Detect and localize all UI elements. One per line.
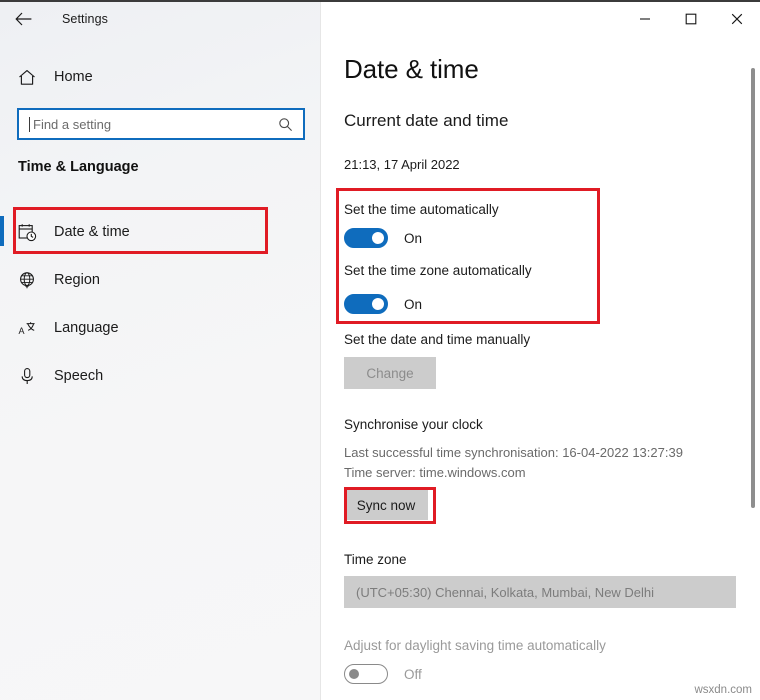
search-icon[interactable] xyxy=(278,117,293,132)
auto-timezone-state: On xyxy=(404,296,423,312)
sidebar-item-speech[interactable]: Speech xyxy=(0,352,321,400)
auto-time-toggle[interactable] xyxy=(344,228,388,248)
dst-state: Off xyxy=(404,666,422,682)
timezone-select[interactable]: (UTC+05:30) Chennai, Kolkata, Mumbai, Ne… xyxy=(344,576,736,608)
scrollbar[interactable] xyxy=(746,36,760,700)
calendar-clock-icon xyxy=(14,223,40,242)
page-title: Date & time xyxy=(344,54,479,84)
sidebar: Home Find a setting Time & Language Date… xyxy=(0,2,321,700)
auto-timezone-toggle[interactable] xyxy=(344,294,388,314)
title-bar: Settings xyxy=(0,2,760,36)
minimize-button[interactable] xyxy=(622,2,668,36)
toggle-knob xyxy=(372,298,384,310)
auto-time-label: Set the time automatically xyxy=(344,202,499,217)
sidebar-item-date-time[interactable]: Date & time xyxy=(0,208,321,256)
window-title: Settings xyxy=(62,12,108,26)
manual-datetime-label: Set the date and time manually xyxy=(344,332,531,347)
search-placeholder: Find a setting xyxy=(33,116,112,132)
sidebar-category-title: Time & Language xyxy=(18,159,139,175)
home-icon xyxy=(14,69,40,86)
time-server-text: Time server: time.windows.com xyxy=(344,465,526,480)
main-content: Date & time Current date and time 21:13,… xyxy=(321,2,760,700)
back-button[interactable] xyxy=(0,3,46,35)
home-label: Home xyxy=(54,69,93,85)
selection-indicator xyxy=(0,216,4,246)
scrollbar-thumb[interactable] xyxy=(751,68,755,508)
settings-window: Settings Home Find a setting Time & Lang… xyxy=(0,0,760,700)
dst-label: Adjust for daylight saving time automati… xyxy=(344,638,606,653)
dst-toggle-row: Off xyxy=(344,664,422,684)
auto-timezone-label: Set the time zone automatically xyxy=(344,263,532,278)
current-datetime-value: 21:13, 17 April 2022 xyxy=(344,157,460,172)
sidebar-item-label: Region xyxy=(54,272,100,288)
window-controls xyxy=(622,2,760,36)
watermark: wsxdn.com xyxy=(694,684,752,696)
timezone-label: Time zone xyxy=(344,552,407,567)
microphone-icon xyxy=(14,367,40,386)
search-input[interactable]: Find a setting xyxy=(17,108,305,140)
toggle-knob xyxy=(349,669,359,679)
maximize-button[interactable] xyxy=(668,2,714,36)
sidebar-item-label: Speech xyxy=(54,368,104,384)
sidebar-item-language[interactable]: A Language xyxy=(0,304,321,352)
globe-icon xyxy=(14,271,40,290)
last-sync-text: Last successful time synchronisation: 16… xyxy=(344,445,683,460)
change-button[interactable]: Change xyxy=(344,357,436,389)
auto-timezone-toggle-row: On xyxy=(344,294,422,314)
close-button[interactable] xyxy=(714,2,760,36)
sidebar-item-label: Language xyxy=(54,320,119,336)
sync-now-button[interactable]: Sync now xyxy=(344,490,428,520)
auto-time-state: On xyxy=(404,230,423,246)
section-heading-current: Current date and time xyxy=(344,111,509,130)
dst-toggle[interactable] xyxy=(344,664,388,684)
svg-text:A: A xyxy=(18,326,24,336)
sidebar-item-home[interactable]: Home xyxy=(0,60,321,94)
language-icon: A xyxy=(14,319,40,338)
sidebar-nav-list: Date & time Region A Language Speech xyxy=(0,208,321,400)
sidebar-item-label: Date & time xyxy=(54,224,130,240)
text-caret xyxy=(29,116,30,132)
toggle-knob xyxy=(372,232,384,244)
auto-time-toggle-row: On xyxy=(344,228,422,248)
sidebar-item-region[interactable]: Region xyxy=(0,256,321,304)
sync-section-heading: Synchronise your clock xyxy=(344,417,483,432)
